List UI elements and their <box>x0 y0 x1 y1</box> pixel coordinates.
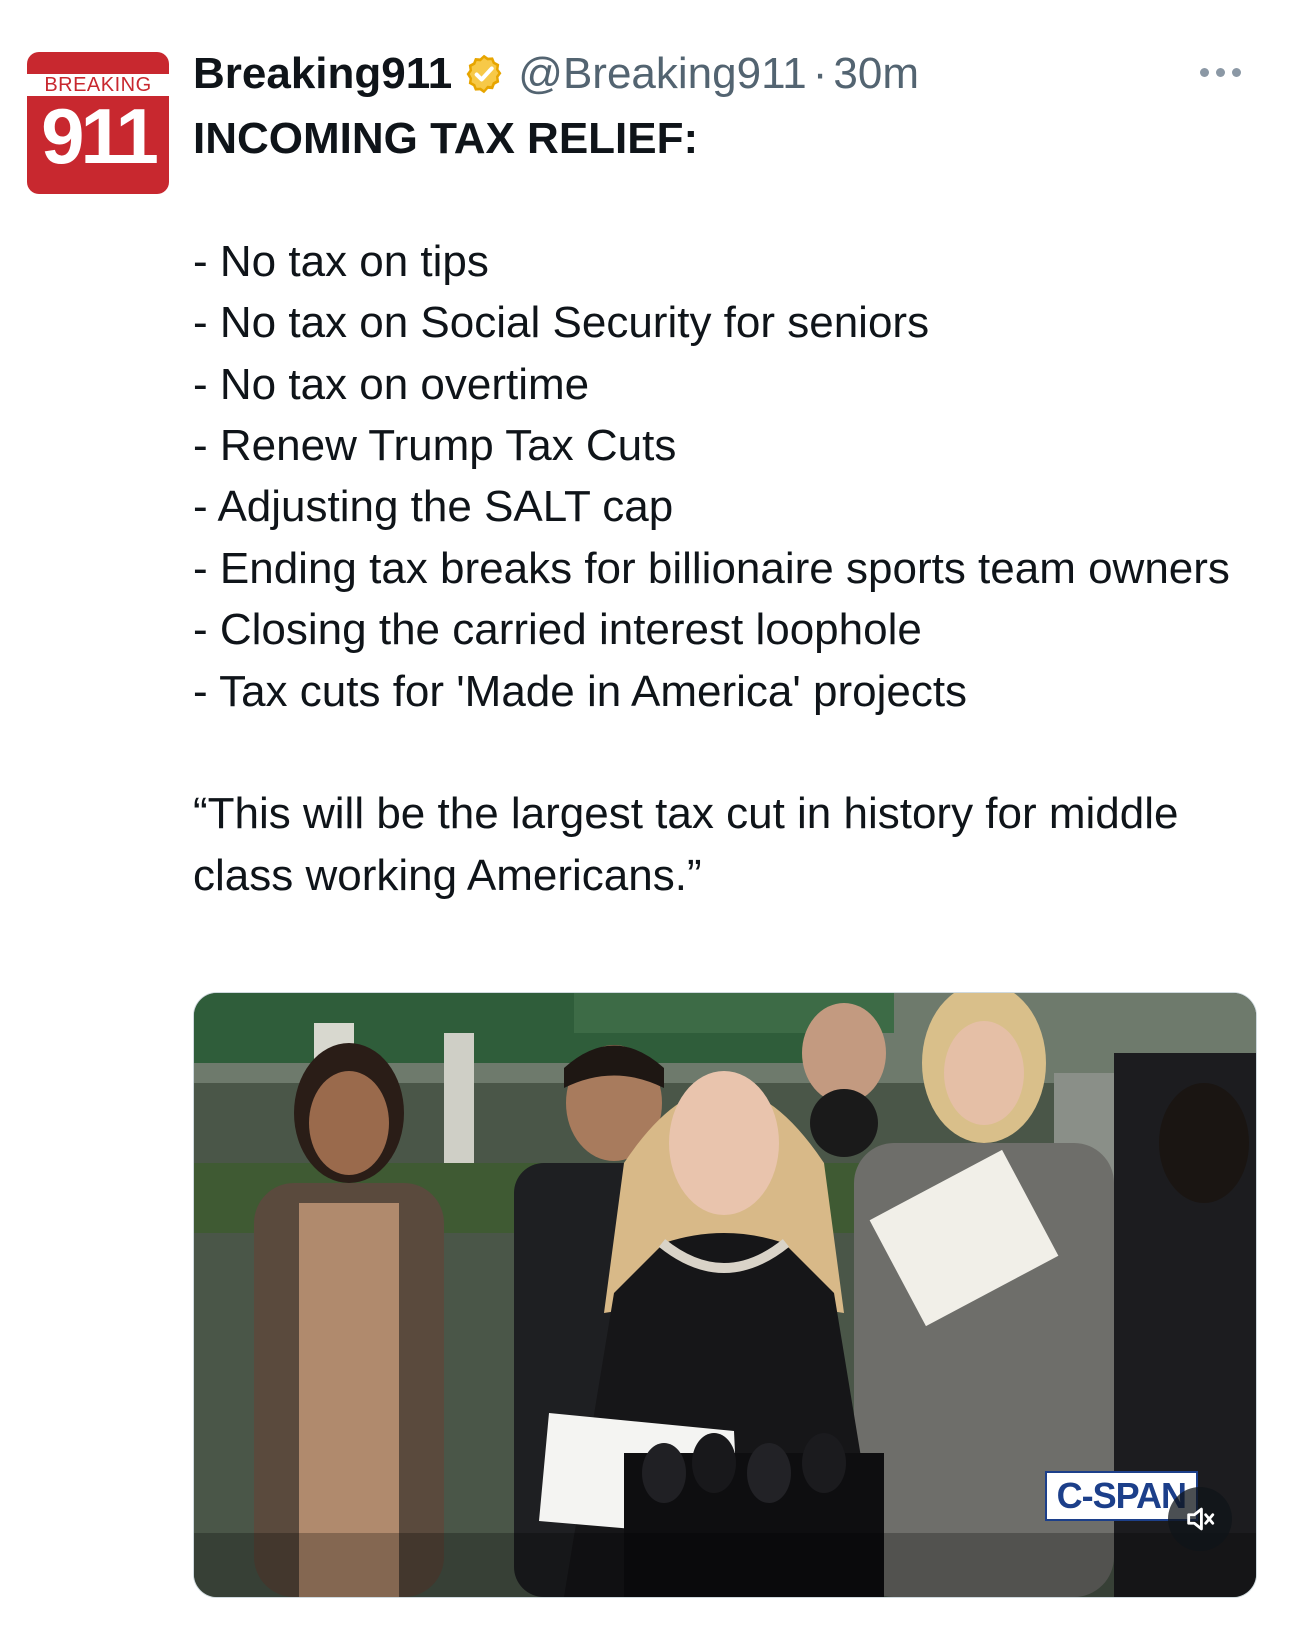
list-item: - Renew Trump Tax Cuts <box>193 421 677 470</box>
list-item: - Closing the carried interest loophole <box>193 605 922 655</box>
verified-badge-icon[interactable] <box>462 52 506 96</box>
video-player[interactable]: C-SPAN <box>193 992 1257 1598</box>
more-dot <box>1216 67 1225 77</box>
more-dot <box>1232 67 1241 77</box>
speaker-muted-icon[interactable] <box>1168 1487 1232 1551</box>
handle[interactable]: @Breaking911 <box>518 49 806 99</box>
tweet[interactable]: BREAKING 911 Breaking911 @Breaking911 · … <box>0 0 1290 1634</box>
list-item: - No tax on tips <box>193 236 489 286</box>
more-dot <box>1200 67 1209 77</box>
list-item: - Adjusting the SALT cap <box>193 482 674 532</box>
list-item: - No tax on overtime <box>193 359 590 409</box>
separator-dot: · <box>812 49 828 98</box>
more-options-icon[interactable] <box>1200 60 1256 84</box>
tweet-headline: INCOMING TAX RELIEF: <box>193 114 699 163</box>
timestamp[interactable]: 30m <box>833 49 919 99</box>
avatar-911-text: 911 <box>41 92 159 180</box>
tweet-header: Breaking911 @Breaking911 · 30m <box>193 44 919 104</box>
list-item: - Ending tax breaks for billionaire spor… <box>193 543 1230 593</box>
tweet-quote: “This will be the largest tax cut in his… <box>193 789 1179 900</box>
list-item: - No tax on Social Security for seniors <box>193 298 930 348</box>
list-item: - Tax cuts for 'Made in America' project… <box>193 666 968 716</box>
tweet-text: INCOMING TAX RELIEF: - No tax on tips - … <box>193 108 1253 906</box>
display-name[interactable]: Breaking911 <box>193 49 452 99</box>
avatar[interactable]: BREAKING 911 <box>27 52 169 194</box>
